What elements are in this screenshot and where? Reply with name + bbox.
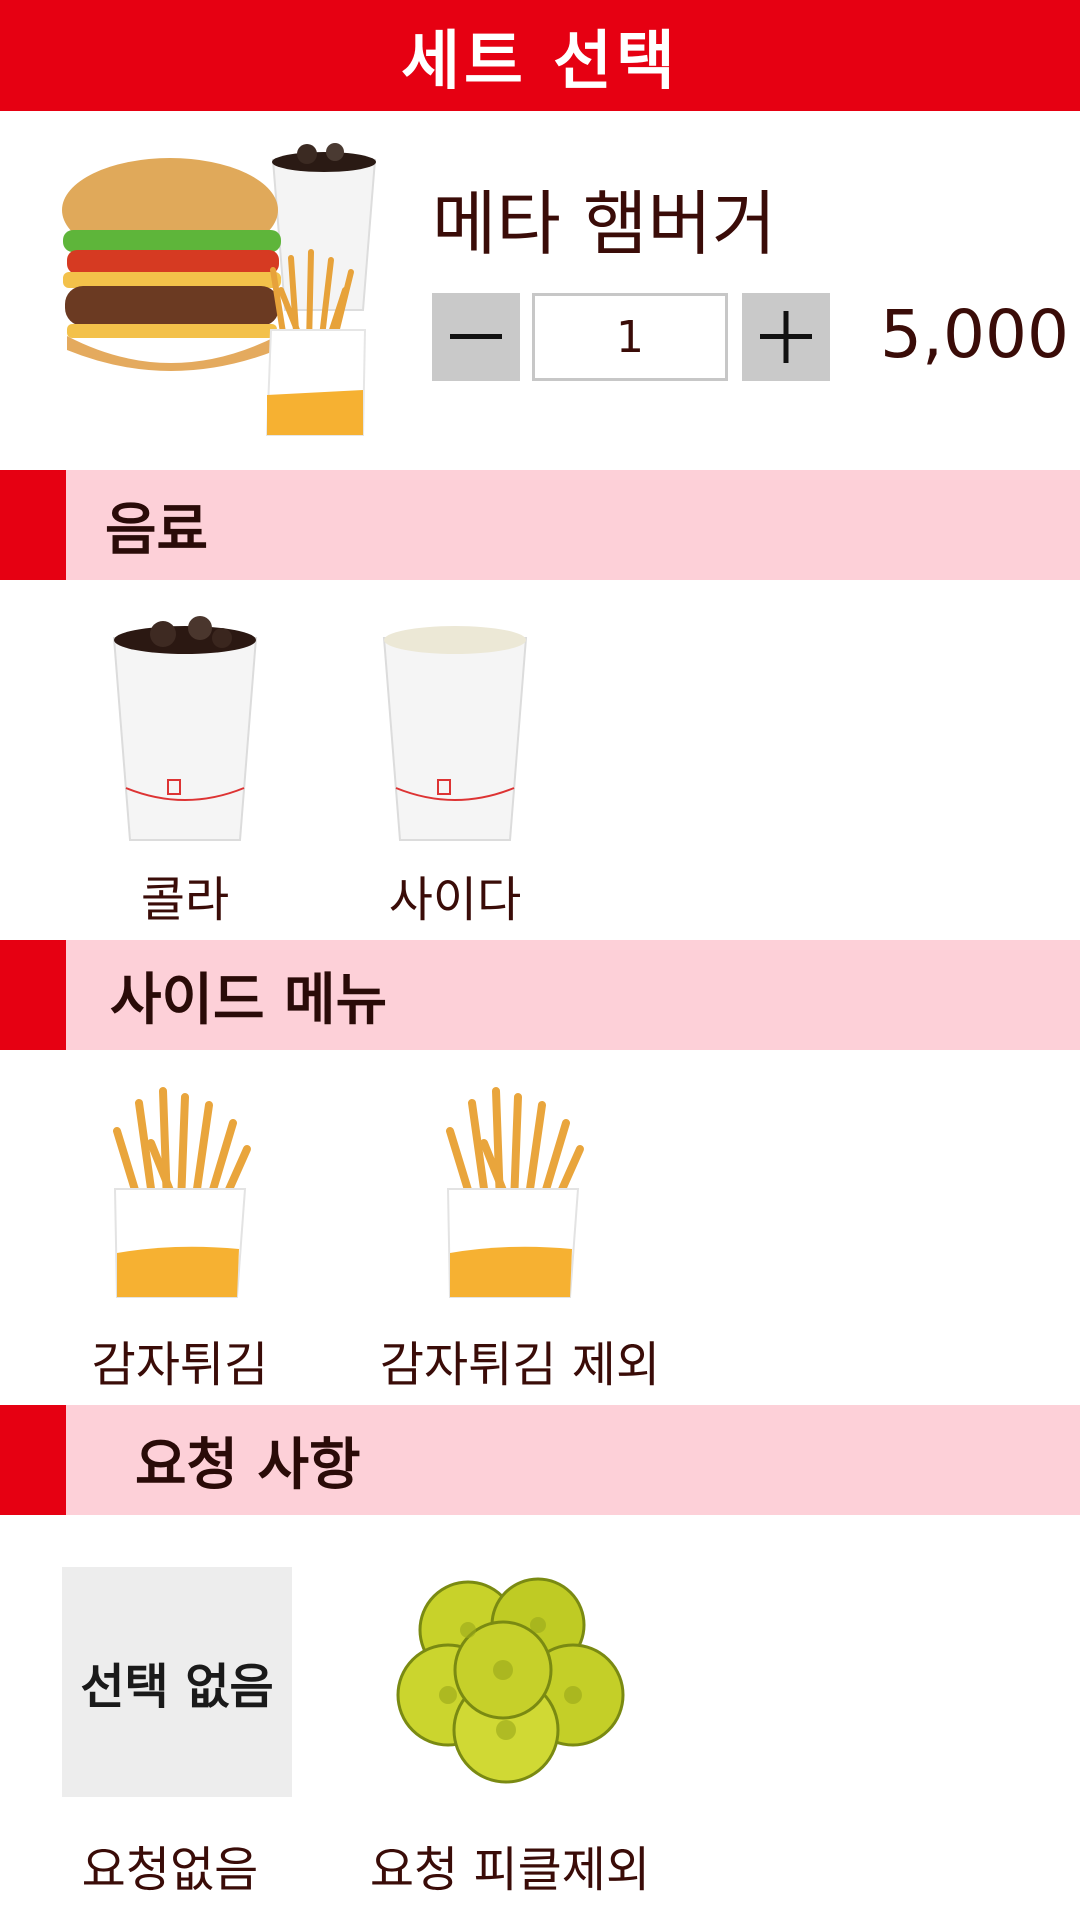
request-option-none-label: 요청없음 bbox=[81, 1842, 259, 1898]
fries-image bbox=[113, 1087, 251, 1298]
cider-cup-image bbox=[382, 626, 528, 841]
product-price: 5,000 bbox=[880, 296, 1069, 373]
drink-option-cider-label: 사이다 bbox=[388, 872, 522, 928]
pickle-image bbox=[396, 1577, 625, 1784]
side-option-fries[interactable] bbox=[105, 1083, 255, 1301]
page-header: 세트 선택 bbox=[0, 0, 1080, 111]
section-accent-bar bbox=[0, 1405, 66, 1515]
request-option-no-pickle-label: 요청 피클제외 bbox=[369, 1842, 651, 1898]
plus-icon bbox=[760, 311, 812, 363]
section-side-header: 사이드 메뉴 bbox=[0, 940, 1080, 1050]
page-title: 세트 선택 bbox=[401, 24, 679, 99]
section-drink-title: 음료 bbox=[105, 497, 209, 563]
section-accent-bar bbox=[0, 940, 66, 1050]
quantity-increase-button[interactable] bbox=[742, 293, 830, 381]
fries-image bbox=[446, 1087, 584, 1298]
request-option-no-pickle[interactable] bbox=[388, 1575, 628, 1785]
section-request-header: 요청 사항 bbox=[0, 1405, 1080, 1515]
section-drink-header: 음료 bbox=[0, 470, 1080, 580]
product-name: 메타 햄버거 bbox=[432, 183, 777, 265]
side-option-no-fries[interactable] bbox=[438, 1083, 588, 1301]
section-request-title: 요청 사항 bbox=[135, 1432, 361, 1498]
quantity-decrease-button[interactable] bbox=[432, 293, 520, 381]
cola-cup-image bbox=[112, 616, 258, 841]
side-option-fries-label: 감자튀김 bbox=[91, 1337, 269, 1393]
minus-icon bbox=[450, 334, 502, 339]
drink-option-cola-label: 콜라 bbox=[140, 872, 230, 928]
request-option-none[interactable]: 선택 없음 bbox=[62, 1567, 292, 1797]
quantity-field[interactable]: 1 bbox=[532, 293, 728, 381]
section-accent-bar bbox=[0, 470, 66, 580]
section-side-title: 사이드 메뉴 bbox=[110, 967, 388, 1033]
drink-option-cider[interactable] bbox=[378, 612, 532, 846]
burger-set-image bbox=[62, 143, 377, 436]
side-option-no-fries-label: 감자튀김 제외 bbox=[379, 1337, 661, 1393]
drink-option-cola[interactable] bbox=[108, 612, 262, 846]
